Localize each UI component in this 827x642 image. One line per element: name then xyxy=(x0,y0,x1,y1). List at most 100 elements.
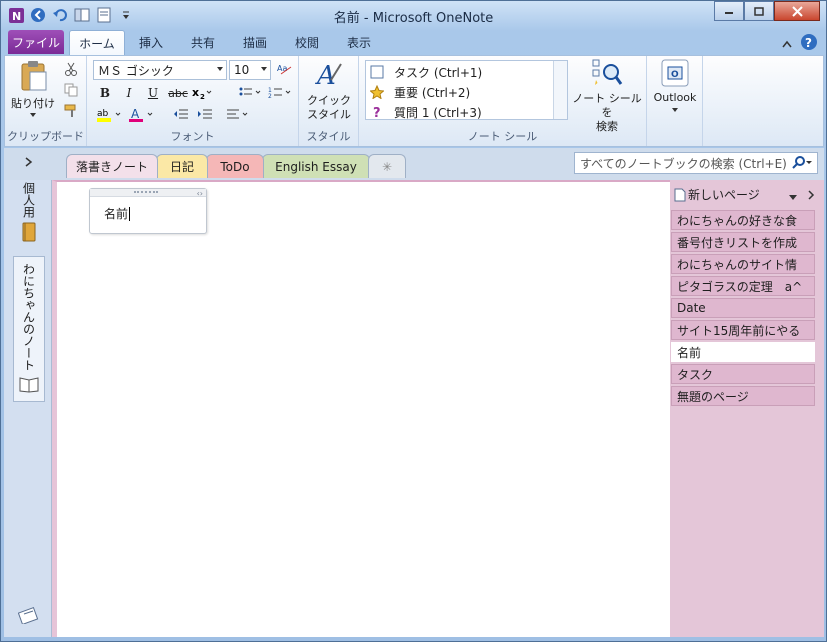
font-color-button[interactable]: A xyxy=(127,106,157,124)
cut-icon[interactable] xyxy=(61,60,81,78)
page-tab-item[interactable]: わにちゃんのサイト情 xyxy=(671,254,815,274)
question-icon: ? xyxy=(373,106,381,119)
quick-styles-button[interactable]: A クイック スタイル xyxy=(303,58,355,122)
page-tabs-pane: 新しいページ わにちゃんの好きな食 番号付きリストを作成 わにちゃんのサイト情 ピタゴ… xyxy=(670,180,824,637)
find-tags-button[interactable]: ノート シールを 検索 xyxy=(567,58,647,134)
svg-text:?: ? xyxy=(805,36,812,50)
tab-insert[interactable]: 挿入 xyxy=(131,30,171,55)
section-tab-rakugaki[interactable]: 落書きノート xyxy=(66,154,158,178)
section-tab-nikki[interactable]: 日記 xyxy=(156,154,208,178)
svg-text:?: ? xyxy=(373,106,381,119)
page-tab-item[interactable]: 番号付きリストを作成 xyxy=(671,232,815,252)
paste-button[interactable]: 貼り付け xyxy=(11,60,55,120)
format-painter-icon[interactable] xyxy=(61,102,81,120)
page-canvas[interactable] xyxy=(52,180,670,637)
svg-text:A: A xyxy=(131,107,140,121)
new-page-icon xyxy=(674,188,686,201)
search-input[interactable]: すべてのノートブックの検索 (Ctrl+E) xyxy=(580,155,787,172)
tab-share[interactable]: 共有 xyxy=(183,30,223,55)
italic-button[interactable]: I xyxy=(119,84,139,102)
tab-draw[interactable]: 描画 xyxy=(235,30,275,55)
page-tab-item[interactable]: わにちゃんの好きな食 xyxy=(671,210,815,230)
page-tab-item[interactable]: タスク xyxy=(671,364,815,384)
paste-icon xyxy=(21,61,47,91)
page-tab-item[interactable]: 名前 xyxy=(671,342,815,362)
numbering-button[interactable]: 12 xyxy=(267,84,293,102)
strikethrough-button[interactable]: abc xyxy=(167,84,189,102)
bold-button[interactable]: B xyxy=(95,84,115,102)
tags-group-label: ノート シール xyxy=(467,130,538,143)
font-name-value: ＭＳ ゴシック xyxy=(98,63,174,78)
section-tabs-bar: 落書きノート 日記 ToDo English Essay ✳ すべてのノートブッ… xyxy=(4,148,824,180)
star-icon xyxy=(370,85,384,99)
clear-formatting-icon[interactable]: Aa xyxy=(275,60,295,78)
decrease-indent-icon[interactable] xyxy=(171,106,191,124)
svg-text:2: 2 xyxy=(200,93,205,100)
tab-review[interactable]: 校閲 xyxy=(287,30,327,55)
notebook-personal[interactable]: 個人用 xyxy=(18,182,40,248)
paste-label: 貼り付け xyxy=(11,97,55,110)
close-button[interactable] xyxy=(774,1,820,21)
ribbon-tabs: ファイル ホーム 挿入 共有 描画 校閲 表示 ? xyxy=(1,29,826,55)
tag-item[interactable]: 重要 (Ctrl+2) xyxy=(370,82,470,102)
minimize-button[interactable] xyxy=(714,1,744,21)
section-tab-english-essay[interactable]: English Essay xyxy=(262,154,370,178)
tag-item[interactable]: タスク (Ctrl+1) xyxy=(370,62,482,82)
tag-label: タスク (Ctrl+1) xyxy=(394,65,483,80)
expand-navigation-icon[interactable] xyxy=(24,156,34,171)
tags-scroll[interactable] xyxy=(553,61,567,119)
page-tab-item[interactable]: 無題のページ xyxy=(671,386,815,406)
group-tags: タスク (Ctrl+1) 重要 (Ctrl+2) ? 質問 1 (Ctrl+3) … xyxy=(359,56,647,146)
underline-button[interactable]: U xyxy=(143,84,163,102)
group-outlook: O Outlook xyxy=(647,56,703,146)
notebook-wani[interactable]: わにちゃんのノート xyxy=(13,256,45,402)
tags-gallery: タスク (Ctrl+1) 重要 (Ctrl+2) ? 質問 1 (Ctrl+3) xyxy=(365,60,568,120)
outlook-button[interactable]: O Outlook xyxy=(651,58,699,112)
window-title: 名前 - Microsoft OneNote xyxy=(333,11,494,26)
styles-group-label: スタイル xyxy=(306,130,351,143)
find-tags-icon xyxy=(592,59,623,85)
page-tab-item[interactable]: ピタゴラスの定理 a^ xyxy=(671,276,815,296)
page-tab-item[interactable]: サイト15周年前にやる xyxy=(671,320,815,340)
notebook-wani-label: わにちゃんのノート xyxy=(21,263,36,371)
font-group-label: フォント xyxy=(170,130,215,143)
bullets-button[interactable] xyxy=(237,84,263,102)
section-tab-todo[interactable]: ToDo xyxy=(206,154,264,178)
unfiled-notes-icon[interactable] xyxy=(17,604,40,627)
new-page-button[interactable]: 新しいページ xyxy=(674,186,760,203)
font-name-select[interactable]: ＭＳ ゴシック xyxy=(93,60,227,80)
maximize-button[interactable] xyxy=(744,1,774,21)
new-page-dropdown-icon[interactable] xyxy=(788,190,798,204)
highlight-button[interactable]: ab xyxy=(95,106,125,124)
outlook-icon: O xyxy=(661,59,689,87)
search-icon[interactable] xyxy=(791,156,813,173)
note-container[interactable]: ‹› 名前 xyxy=(89,188,207,234)
tag-item[interactable]: ? 質問 1 (Ctrl+3) xyxy=(370,102,482,122)
font-size-select[interactable]: 10 xyxy=(229,60,271,80)
note-text-value: 名前 xyxy=(104,207,129,221)
tab-file[interactable]: ファイル xyxy=(8,30,64,54)
collapse-pages-icon[interactable] xyxy=(807,189,815,203)
align-button[interactable] xyxy=(225,106,251,124)
tab-home[interactable]: ホーム xyxy=(69,30,125,55)
new-section-tab[interactable]: ✳ xyxy=(368,154,406,178)
tag-label: 質問 1 (Ctrl+3) xyxy=(394,105,482,120)
collapse-ribbon-icon[interactable] xyxy=(782,37,792,51)
title-bar: N 名前 - Microsoft OneNote xyxy=(1,1,826,29)
note-container-handle[interactable]: ‹› xyxy=(90,189,206,198)
search-box[interactable]: すべてのノートブックの検索 (Ctrl+E) xyxy=(574,152,818,174)
note-text[interactable]: 名前 xyxy=(104,205,131,222)
new-section-icon: ✳ xyxy=(381,159,393,174)
help-icon[interactable]: ? xyxy=(800,33,818,54)
notebook-pane: 個人用 わにちゃんのノート xyxy=(4,180,52,637)
checkbox-icon xyxy=(370,65,384,79)
ribbon-help-area: ? xyxy=(782,33,818,54)
tab-view[interactable]: 表示 xyxy=(339,30,379,55)
svg-text:Aa: Aa xyxy=(277,64,287,73)
subscript-button[interactable]: x2 xyxy=(191,84,213,102)
page-tab-item[interactable]: Date xyxy=(671,298,815,318)
new-page-label: 新しいページ xyxy=(688,188,760,202)
increase-indent-icon[interactable] xyxy=(195,106,215,124)
copy-icon[interactable] xyxy=(61,81,81,99)
clipboard-group-label: クリップボード xyxy=(7,130,84,143)
